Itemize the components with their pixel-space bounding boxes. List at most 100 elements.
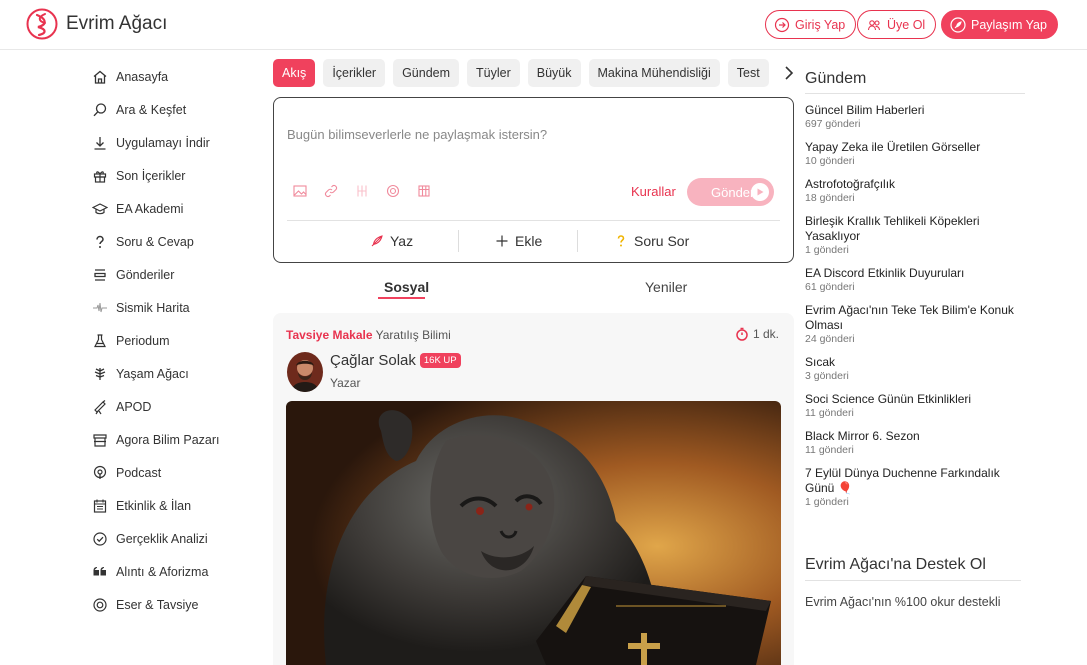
avatar[interactable] (287, 352, 323, 392)
sidebar-item-eser-tavsiye[interactable]: Eser & Tavsiye (92, 588, 272, 621)
signup-button[interactable]: Üye Ol (857, 10, 937, 39)
trending-item-title: Astrofotoğrafçılık (805, 177, 896, 191)
sidebar-item-label: Gönderiler (116, 267, 175, 282)
sidebar-item-gerceklik[interactable]: Gerçeklik Analizi (92, 522, 272, 555)
question-icon (614, 234, 628, 248)
flask-icon (92, 333, 108, 349)
sidebar-item-label: Yaşam Ağacı (116, 366, 189, 381)
share-label: Paylaşım Yap (971, 17, 1047, 32)
compose-box: Bugün bilimseverlerle ne paylaşmak ister… (273, 97, 794, 263)
seismic-icon (92, 300, 108, 316)
tab-tuyler[interactable]: Tüyler (467, 59, 520, 87)
tab-akis[interactable]: Akış (273, 59, 316, 87)
sidebar-item-yasam-agaci[interactable]: Yaşam Ağacı (92, 357, 272, 390)
sidebar-item-etkinlik[interactable]: Etkinlik & İlan (92, 489, 272, 522)
trending-item-count: 24 gönderi (805, 333, 855, 345)
sidebar-item-ara-kesfet[interactable]: Ara & Keşfet (92, 93, 272, 126)
tab-gundem[interactable]: Gündem (393, 59, 460, 87)
trending-item-count: 10 gönderi (805, 155, 855, 167)
tab-test[interactable]: Test (727, 59, 769, 87)
login-label: Giriş Yap (795, 17, 846, 32)
compose-divider (287, 220, 780, 221)
compose-input[interactable]: Bugün bilimseverlerle ne paylaşmak ister… (287, 127, 547, 142)
sidebar-nav: Anasayfa Ara & Keşfet Uygulamayı İndir S… (91, 60, 272, 621)
download-icon (92, 135, 108, 151)
write-button[interactable]: Yaz (370, 233, 413, 249)
recommend-icon (92, 597, 108, 613)
tab-makina[interactable]: Makina Mühendisliği (588, 59, 720, 87)
tab-buyuk[interactable]: Büyük (527, 59, 581, 87)
sidebar-item-ea-akademi[interactable]: EA Akademi (91, 192, 272, 225)
trending-item-title: 7 Eylül Dünya Duchenne Farkındalık Günü … (805, 466, 1000, 495)
trending-title: Gündem (805, 70, 1025, 94)
post-card[interactable]: Tavsiye Makale Yaratılış Bilimi 1 dk. Ça… (273, 313, 794, 665)
ask-question-button[interactable]: Soru Sor (614, 233, 689, 249)
login-button[interactable]: Giriş Yap (765, 10, 857, 39)
podcast-icon (92, 465, 108, 481)
sidebar-item-soru-cevap[interactable]: Soru & Cevap (92, 225, 272, 258)
post-category-highlight[interactable]: Tavsiye Makale (286, 328, 373, 342)
trending-item-title: Sıcak (805, 355, 836, 369)
link-icon[interactable] (324, 184, 338, 198)
trending-item-count: 3 gönderi (805, 370, 849, 382)
trending-item[interactable]: 7 Eylül Dünya Duchenne Farkındalık Günü … (805, 466, 1025, 509)
poll-icon[interactable] (386, 184, 400, 198)
trending-item[interactable]: Black Mirror 6. Sezon 11 gönderi (805, 429, 1025, 457)
table-icon[interactable] (417, 184, 431, 198)
sidebar-item-gonderiler[interactable]: Gönderiler (92, 258, 272, 291)
trending-item-count: 1 gönderi (805, 244, 849, 256)
sidebar-item-label: Alıntı & Aforizma (116, 564, 209, 579)
sidebar-item-label: Sismik Harita (116, 300, 190, 315)
sidebar-item-label: APOD (116, 399, 152, 414)
sidebar-item-alinti[interactable]: Alıntı & Aforizma (92, 555, 272, 588)
active-tab-indicator (378, 297, 425, 299)
trending-item[interactable]: Astrofotoğrafçılık 18 gönderi (805, 177, 1025, 205)
post-image[interactable] (286, 401, 781, 665)
tab-yeniler[interactable]: Yeniler (645, 279, 687, 295)
gif-icon[interactable] (355, 184, 369, 198)
sidebar-item-label: Eser & Tavsiye (116, 597, 199, 612)
chevron-right-icon[interactable] (781, 62, 797, 84)
sidebar-item-label: Son İçerikler (116, 168, 186, 183)
send-label: Gönder (711, 184, 755, 200)
sidebar-item-anasayfa[interactable]: Anasayfa (92, 60, 272, 93)
read-time-value: 1 dk. (752, 327, 779, 341)
trending-item[interactable]: Birleşik Krallık Tehlikeli Köpekleri Yas… (805, 214, 1025, 257)
trending-item-title: Evrim Ağacı'nın Teke Tek Bilim'e Konuk O… (805, 303, 1014, 332)
trending-item[interactable]: Yapay Zeka ile Üretilen Görseller 10 gön… (805, 140, 1025, 168)
tab-sosyal[interactable]: Sosyal (384, 279, 429, 295)
trending-item[interactable]: Güncel Bilim Haberleri 697 gönderi (805, 103, 1025, 131)
sidebar-item-sismik-harita[interactable]: Sismik Harita (92, 291, 272, 324)
sidebar-item-agora[interactable]: Agora Bilim Pazarı (92, 423, 272, 456)
rules-link[interactable]: Kurallar (631, 184, 676, 199)
brand-name[interactable]: Evrim Ağacı (66, 13, 167, 35)
post-category-name[interactable]: Yaratılış Bilimi (376, 328, 451, 342)
trending-item[interactable]: Evrim Ağacı'nın Teke Tek Bilim'e Konuk O… (805, 303, 1025, 346)
compose-toolbar (293, 184, 448, 198)
feather-icon (950, 16, 966, 33)
users-icon (866, 17, 882, 33)
add-label: Ekle (515, 233, 543, 249)
sidebar-item-periodum[interactable]: Periodum (92, 324, 272, 357)
sidebar-item-uygulama[interactable]: Uygulamayı İndir (92, 126, 272, 159)
separator (458, 230, 459, 252)
share-button[interactable]: Paylaşım Yap (941, 10, 1058, 39)
trending-item-count: 61 gönderi (805, 281, 855, 293)
store-icon (92, 432, 108, 448)
sidebar-item-apod[interactable]: APOD (92, 390, 272, 423)
sidebar-item-label: Soru & Cevap (116, 234, 194, 249)
trending-item-title: Birleşik Krallık Tehlikeli Köpekleri Yas… (805, 214, 980, 243)
trending-item[interactable]: Sıcak 3 gönderi (805, 355, 1025, 383)
plus-icon (495, 234, 509, 248)
image-icon[interactable] (293, 184, 307, 198)
trending-item[interactable]: Soci Science Günün Etkinlikleri 11 gönde… (805, 392, 1025, 420)
trending-item-count: 18 gönderi (805, 192, 855, 204)
sidebar-item-son-icerikler[interactable]: Son İçerikler (92, 159, 272, 192)
send-button[interactable]: Gönder (687, 178, 774, 206)
trending-item[interactable]: EA Discord Etkinlik Duyuruları 61 gönder… (805, 266, 1025, 294)
sidebar-item-podcast[interactable]: Podcast (92, 456, 272, 489)
logo-icon[interactable] (26, 8, 58, 40)
author-name[interactable]: Çağlar Solak 16K UP (330, 352, 461, 369)
add-button[interactable]: Ekle (495, 233, 542, 249)
tab-icerikler[interactable]: İçerikler (323, 59, 386, 87)
